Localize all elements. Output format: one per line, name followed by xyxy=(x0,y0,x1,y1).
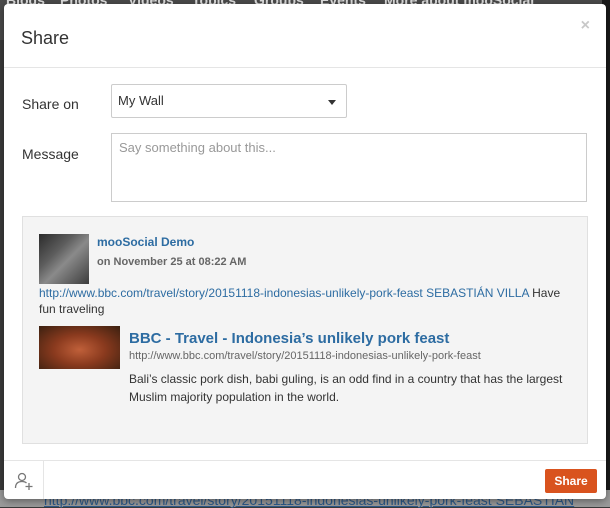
shared-post-preview: mooSocial Demo on November 25 at 08:22 A… xyxy=(22,216,588,444)
link-preview-title[interactable]: BBC - Travel - Indonesia’s unlikely pork… xyxy=(129,330,449,347)
share-button[interactable]: Share xyxy=(545,469,597,493)
modal-footer: Share xyxy=(4,460,606,499)
post-time: on November 25 at 08:22 AM xyxy=(97,256,247,268)
chevron-down-icon xyxy=(328,100,336,105)
message-label: Message xyxy=(22,146,79,162)
user-add-icon xyxy=(14,472,33,490)
modal-header: Share × xyxy=(4,4,606,68)
modal-title: Share xyxy=(21,28,70,48)
post-link[interactable]: http://www.bbc.com/travel/story/20151118… xyxy=(39,286,529,300)
share-on-value: My Wall xyxy=(118,93,164,108)
add-user-button[interactable] xyxy=(4,461,44,499)
share-modal: Share × Share on My Wall Message mooSoci… xyxy=(4,4,606,499)
post-text: http://www.bbc.com/travel/story/20151118… xyxy=(39,285,569,317)
share-on-label: Share on xyxy=(22,96,79,112)
link-preview-url: http://www.bbc.com/travel/story/20151118… xyxy=(129,350,481,362)
avatar xyxy=(39,234,89,284)
post-author[interactable]: mooSocial Demo xyxy=(97,235,194,249)
message-input[interactable] xyxy=(111,133,587,202)
link-thumbnail xyxy=(39,326,120,369)
share-on-select[interactable]: My Wall xyxy=(111,84,347,118)
link-preview-description: Bali’s classic pork dish, babi guling, i… xyxy=(129,372,563,404)
close-button[interactable]: × xyxy=(581,18,590,34)
